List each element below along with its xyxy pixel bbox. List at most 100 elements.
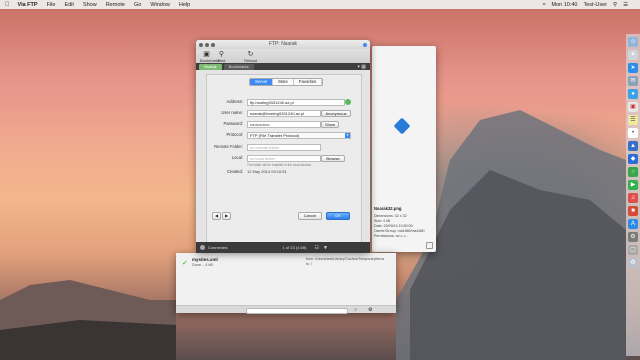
system-preferences-icon[interactable]: ⚙: [628, 232, 638, 242]
created-value: 12 May 2014 09:10:51: [247, 169, 287, 174]
show-password-button[interactable]: Show: [321, 121, 339, 128]
clear-icon[interactable]: ○: [354, 307, 357, 313]
menu-remote[interactable]: Remote: [106, 2, 125, 8]
search-icon: ⚲: [218, 51, 225, 58]
segment-server[interactable]: Server: [250, 79, 274, 85]
connection-icon: [200, 245, 205, 250]
password-field[interactable]: ••••••••••••••: [247, 121, 321, 128]
facetime-icon[interactable]: ▶: [628, 180, 638, 190]
messages-icon[interactable]: ○: [628, 167, 638, 177]
tab-nsarak[interactable]: Nsarak: [199, 63, 222, 70]
anonymous-button[interactable]: Anonymous: [321, 110, 351, 117]
file-thumbnail-icon[interactable]: [393, 117, 411, 135]
preview-filename: Nsarak32.png: [374, 206, 402, 211]
address-label: Address:: [226, 99, 243, 104]
contacts-icon[interactable]: ●: [628, 89, 638, 99]
apple-menu-icon[interactable]: : [5, 2, 10, 8]
ibooks-icon[interactable]: ■: [628, 206, 638, 216]
zoom-button[interactable]: [211, 42, 215, 47]
cancel-button[interactable]: Cancel: [298, 212, 322, 220]
dock: ☺ ✦ ➤ ✉ ● ▣ ☰ • ▲ ◆ ○ ▶ ♫ ■ A ⚙ ▢ ♻: [626, 34, 640, 356]
itunes-icon[interactable]: ♫: [628, 193, 638, 203]
reload-button[interactable]: ↻ Reload: [244, 51, 257, 63]
connection-status: Connected.: [208, 245, 229, 250]
bookmarks-icon: ▣: [203, 51, 210, 58]
settings-icon[interactable]: ⚙: [368, 307, 372, 313]
menu-bar:  Via FTP File Edit Show Remote Go Windo…: [0, 0, 640, 9]
menu-help[interactable]: Help: [179, 2, 190, 8]
bookmarks-button[interactable]: ▣ Bookmarks: [200, 51, 220, 63]
item-count: 1 of 23 (4 kB): [282, 245, 307, 250]
trash-icon[interactable]: ♻: [628, 258, 638, 268]
resize-icon[interactable]: [426, 242, 433, 249]
next-arrow-icon[interactable]: ▶: [222, 212, 231, 220]
address-field[interactable]: ftp.hosting9331240.az.pl: [247, 99, 345, 106]
calendar-icon[interactable]: ▣: [628, 102, 638, 112]
spotlight-search-icon[interactable]: ⚲: [613, 2, 617, 8]
user-name[interactable]: Test-User: [584, 2, 608, 8]
transfer-file[interactable]: mysites.xml: [192, 257, 218, 262]
signal-icon[interactable]: ☷: [314, 245, 318, 251]
segment-favorites[interactable]: Favorites: [293, 79, 323, 85]
window-title: FTP: Nsarak: [268, 41, 298, 47]
created-label: Created:: [226, 169, 243, 174]
ok-button[interactable]: OK: [326, 212, 350, 220]
tab-menu-icon[interactable]: ▾ ▦: [357, 64, 366, 70]
mail-icon[interactable]: ✉: [628, 76, 638, 86]
reload-icon: ↻: [247, 51, 254, 58]
remote-folder-field[interactable]: no remote folder: [247, 144, 321, 151]
app-store-icon[interactable]: A: [628, 219, 638, 229]
transfer-to: to: /: [306, 262, 312, 266]
transfer-status: Done – 4 kB: [192, 263, 213, 267]
launchpad-icon[interactable]: ✦: [628, 50, 638, 60]
folder-icon[interactable]: ▢: [628, 245, 638, 255]
toolbar: ▣ Bookmarks ⚲ Find ↻ Reload: [196, 49, 370, 63]
segment-more[interactable]: More: [273, 79, 294, 85]
protocol-select[interactable]: FTP (File Transfer Protocol) ▾: [247, 132, 351, 139]
settings-sheet: Server More Favorites Address: ftp.hosti…: [206, 74, 362, 246]
browse-button[interactable]: Browse: [321, 155, 345, 162]
username-field[interactable]: nsarak@hosting9331240.az.pl: [247, 110, 321, 117]
menu-file[interactable]: File: [47, 2, 56, 8]
tab-bar: Nsarak Bookmarks ▾ ▦: [196, 63, 370, 70]
menu-edit[interactable]: Edit: [64, 2, 73, 8]
via-ftp-icon[interactable]: ◆: [628, 154, 638, 164]
transfer-filter-field[interactable]: [246, 307, 348, 314]
transfer-from: from: /Users/test/Library/Caches/Tempora…: [306, 257, 385, 261]
notification-list-icon[interactable]: ☰: [623, 2, 628, 8]
nav-arrows: ◀ ▶: [212, 212, 231, 220]
local-folder-field[interactable]: no local folder: [247, 155, 321, 162]
reminders-icon[interactable]: •: [628, 128, 638, 138]
finder-icon[interactable]: ☺: [628, 37, 638, 47]
local-folder-label: Local:: [231, 155, 243, 160]
minimize-button[interactable]: [205, 42, 209, 47]
preview-window: Nsarak32.png Dimensions: 32 x 32 Size: 4…: [372, 46, 436, 252]
menu-window[interactable]: Window: [150, 2, 170, 8]
address-status-icon: [345, 99, 351, 105]
previous-arrow-icon[interactable]: ◀: [212, 212, 221, 220]
chevron-down-icon: ▾: [345, 133, 350, 138]
check-icon: ✓: [182, 260, 188, 267]
bookmark-editor: Bookmark name: Nsarak Server More Favori…: [196, 70, 370, 252]
transfers-window: ✓ mysites.xml Done – 4 kB from: /Users/t…: [176, 253, 396, 314]
menu-app-name[interactable]: Via FTP: [18, 2, 38, 8]
maps-icon[interactable]: ▲: [628, 141, 638, 151]
find-button[interactable]: ⚲ Find: [215, 51, 228, 63]
notes-icon[interactable]: ☰: [628, 115, 638, 125]
settings-segmented-control: Server More Favorites: [249, 78, 324, 86]
clock[interactable]: Mon 10:40: [552, 2, 578, 8]
status-bar: Connected. 1 of 23 (4 kB) ☷ ▼: [196, 242, 370, 253]
menu-show[interactable]: Show: [83, 2, 97, 8]
tab-bookmarks[interactable]: Bookmarks: [223, 63, 254, 70]
password-label: Password:: [223, 121, 243, 126]
window-titlebar: FTP: Nsarak: [196, 40, 370, 49]
menu-go[interactable]: Go: [134, 2, 141, 8]
wifi-icon[interactable]: ≈: [542, 2, 545, 8]
close-button[interactable]: [199, 42, 203, 47]
preview-info: Dimensions: 32 x 32 Size: 4 kB Date: 29/…: [374, 214, 425, 238]
transfer-activity-icon[interactable]: ▼: [323, 245, 328, 251]
safari-icon[interactable]: ➤: [628, 63, 638, 73]
window-badge-icon[interactable]: [363, 42, 367, 47]
transfers-footer: ○ ⚙: [176, 305, 396, 314]
protocol-label: Protocol:: [226, 132, 243, 137]
